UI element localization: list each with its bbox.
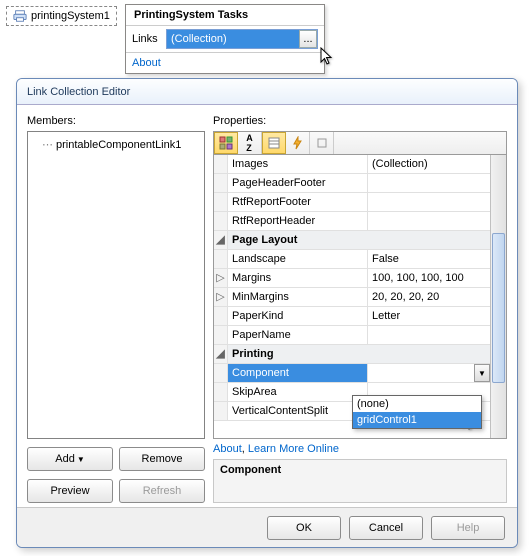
- printer-icon: [13, 9, 27, 23]
- preview-button[interactable]: Preview: [27, 479, 113, 503]
- prop-name[interactable]: MinMargins: [228, 288, 368, 306]
- prop-value[interactable]: ▼: [368, 364, 490, 382]
- description-panel: Component: [213, 459, 507, 503]
- prop-name[interactable]: Margins: [228, 269, 368, 287]
- prop-value[interactable]: 20, 20, 20, 20: [368, 288, 490, 306]
- prop-value[interactable]: 100, 100, 100, 100: [368, 269, 490, 287]
- dialog-title: Link Collection Editor: [17, 79, 517, 105]
- expand-icon[interactable]: ▷: [214, 288, 228, 306]
- prop-value[interactable]: [368, 174, 490, 192]
- collapse-icon[interactable]: ◢: [214, 231, 228, 249]
- prop-name[interactable]: RtfReportHeader: [228, 212, 368, 230]
- toolbar-extra-button[interactable]: [310, 132, 334, 154]
- sort-az-icon: AZ: [246, 133, 253, 153]
- prop-value[interactable]: [368, 326, 490, 344]
- collapse-icon[interactable]: ◢: [214, 345, 228, 363]
- cancel-button[interactable]: Cancel: [349, 516, 423, 540]
- members-list[interactable]: ⋯ printableComponentLink1: [27, 131, 205, 439]
- prop-name[interactable]: PageHeaderFooter: [228, 174, 368, 192]
- scrollbar[interactable]: [490, 155, 506, 438]
- prop-value[interactable]: False: [368, 250, 490, 268]
- prop-name[interactable]: Landscape: [228, 250, 368, 268]
- property-pages-button[interactable]: [262, 132, 286, 154]
- prop-name[interactable]: Component: [228, 364, 368, 382]
- component-dropdown[interactable]: (none) gridControl1: [352, 395, 482, 429]
- help-button: Help: [431, 516, 505, 540]
- prop-name[interactable]: RtfReportFooter: [228, 193, 368, 211]
- category-row[interactable]: Printing: [228, 345, 490, 363]
- add-button[interactable]: Add ▼: [27, 447, 113, 471]
- learn-more-link[interactable]: Learn More Online: [248, 443, 339, 455]
- links-input[interactable]: [166, 29, 318, 49]
- chevron-down-icon: ▼: [77, 455, 85, 464]
- remove-button[interactable]: Remove: [119, 447, 205, 471]
- prop-name[interactable]: PaperKind: [228, 307, 368, 325]
- member-item-label: printableComponentLink1: [56, 139, 181, 151]
- category-row[interactable]: Page Layout: [228, 231, 490, 249]
- prop-name[interactable]: SkipArea: [228, 383, 368, 401]
- dropdown-item-none[interactable]: (none): [353, 396, 481, 412]
- alphabetical-button[interactable]: AZ: [238, 132, 262, 154]
- property-toolbar: AZ: [213, 131, 507, 154]
- description-title: Component: [220, 464, 500, 476]
- tasks-popup: PrintingSystem Tasks Links ... About: [125, 4, 325, 74]
- component-tag-label: printingSystem1: [31, 10, 110, 22]
- link-collection-editor-dialog: Link Collection Editor Members: ⋯ printa…: [16, 78, 518, 548]
- prop-value[interactable]: Letter: [368, 307, 490, 325]
- ok-button[interactable]: OK: [267, 516, 341, 540]
- prop-value[interactable]: [368, 212, 490, 230]
- tasks-title: PrintingSystem Tasks: [126, 5, 324, 26]
- tree-dots-icon: ⋯: [42, 138, 52, 151]
- expand-icon[interactable]: ▷: [214, 269, 228, 287]
- prop-value[interactable]: [368, 193, 490, 211]
- members-label: Members:: [27, 115, 205, 127]
- member-item[interactable]: ⋯ printableComponentLink1: [32, 136, 200, 153]
- ellipsis-icon: ...: [303, 33, 312, 45]
- scrollbar-thumb[interactable]: [492, 233, 505, 383]
- categorized-button[interactable]: [214, 132, 238, 154]
- chevron-down-icon: ▼: [478, 364, 486, 382]
- events-button[interactable]: [286, 132, 310, 154]
- dropdown-item-gridcontrol1[interactable]: gridControl1: [353, 412, 481, 428]
- component-tag[interactable]: printingSystem1: [6, 6, 117, 26]
- links-label: Links: [132, 33, 166, 45]
- prop-name[interactable]: Images: [228, 155, 368, 173]
- prop-name[interactable]: PaperName: [228, 326, 368, 344]
- refresh-button: Refresh: [119, 479, 205, 503]
- dropdown-button[interactable]: ▼: [474, 364, 490, 382]
- properties-label: Properties:: [213, 115, 507, 127]
- tasks-about-link[interactable]: About: [132, 57, 161, 69]
- links-ellipsis-button[interactable]: ...: [299, 30, 317, 48]
- prop-value[interactable]: (Collection): [368, 155, 490, 173]
- about-link[interactable]: About: [213, 443, 242, 455]
- prop-name[interactable]: VerticalContentSplit: [228, 402, 368, 420]
